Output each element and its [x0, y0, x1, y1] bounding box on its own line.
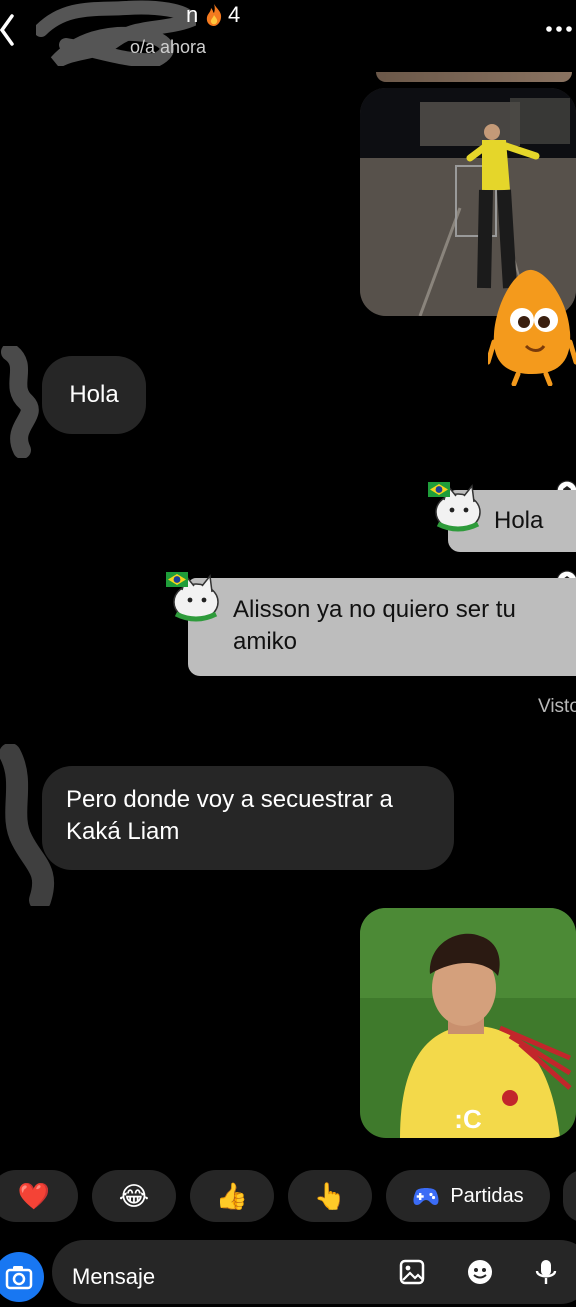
quick-reply-heart[interactable]: ❤️: [0, 1170, 78, 1222]
games-label: Partidas: [450, 1184, 524, 1207]
quick-reply-point-up[interactable]: 👆: [288, 1170, 372, 1222]
incoming-message-bubble[interactable]: Hola: [42, 356, 146, 434]
gallery-icon[interactable]: [398, 1258, 426, 1286]
heart-emoji: ❤️: [17, 1180, 51, 1211]
shared-photo-footballer[interactable]: :C: [360, 908, 576, 1138]
point-up-emoji: 👆: [313, 1180, 347, 1211]
thumbs-up-emoji: 👍: [215, 1180, 249, 1211]
streak-count: 4: [228, 2, 241, 27]
quick-reply-thumbs-up[interactable]: 👍: [190, 1170, 274, 1222]
streak: 4: [204, 2, 240, 28]
message-text: Hola: [69, 381, 119, 408]
outgoing-message-bubble[interactable]: Alisson ya no quiero ser tu amiko: [188, 578, 576, 676]
camera-button[interactable]: [0, 1252, 44, 1302]
chat-title[interactable]: n: [186, 2, 198, 28]
games-button[interactable]: Partidas: [386, 1170, 550, 1222]
brazil-cat-sticker: [166, 572, 219, 622]
quick-reply-joy[interactable]: 😂: [92, 1170, 176, 1222]
quick-reply-more[interactable]: [563, 1170, 576, 1222]
media-caption: :C: [454, 1104, 482, 1134]
joy-emoji: 😂: [118, 1180, 150, 1211]
seen-receipt: Visto: [538, 696, 576, 717]
active-status: o/a ahora: [130, 37, 207, 57]
back-chevron-icon[interactable]: [0, 10, 22, 50]
sticker-icon[interactable]: [466, 1258, 494, 1286]
mic-icon[interactable]: [532, 1258, 560, 1286]
redacted-avatar-scribble: [1, 346, 39, 458]
previous-media-edge: [376, 72, 572, 82]
orange-mascot-sticker: [488, 269, 576, 386]
camera-icon: [5, 1266, 33, 1290]
message-text: Hola: [494, 507, 544, 534]
incoming-message-bubble[interactable]: Pero donde voy a secuestrar a Kaká Liam: [42, 766, 454, 870]
message-input-placeholder[interactable]: Mensaje: [72, 1264, 155, 1290]
message-text: Alisson ya no quiero ser tu amiko: [233, 596, 516, 655]
fire-icon: [206, 4, 222, 26]
brazil-cat-sticker: [428, 482, 481, 532]
message-text: Pero donde voy a secuestrar a Kaká Liam: [66, 786, 393, 845]
more-icon[interactable]: [540, 14, 576, 44]
gamepad-icon: [413, 1188, 439, 1205]
